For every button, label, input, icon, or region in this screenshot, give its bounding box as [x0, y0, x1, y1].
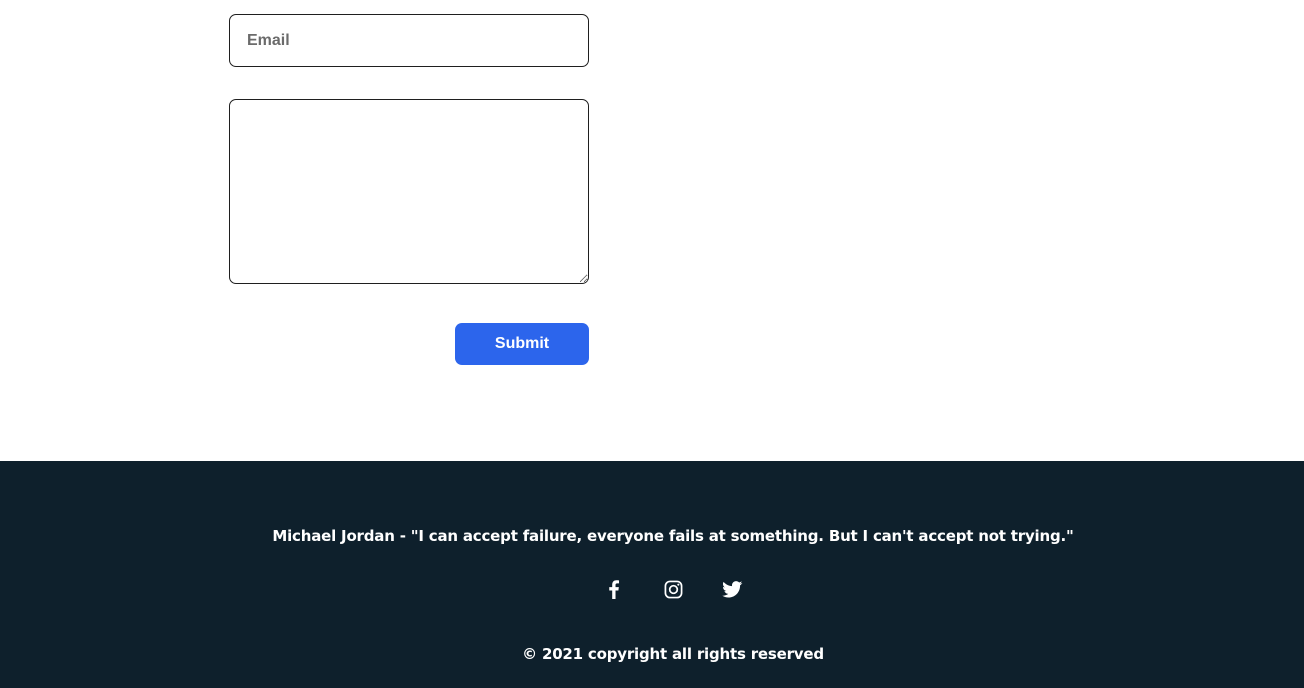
copyright-text: © 2021 copyright all rights reserved: [522, 645, 824, 663]
footer-quote: Michael Jordan - "I can accept failure, …: [272, 527, 1074, 545]
instagram-icon: [664, 580, 683, 599]
instagram-link[interactable]: [663, 579, 683, 599]
twitter-icon: [721, 580, 743, 598]
twitter-link[interactable]: [721, 579, 743, 599]
message-textarea[interactable]: [229, 99, 589, 284]
contact-form: Submit: [0, 0, 1304, 461]
footer: Michael Jordan - "I can accept failure, …: [0, 461, 1304, 688]
facebook-link[interactable]: [604, 579, 624, 599]
email-field[interactable]: [229, 14, 589, 67]
social-links: [0, 579, 1304, 599]
submit-button[interactable]: Submit: [455, 323, 589, 365]
facebook-icon: [608, 579, 620, 599]
